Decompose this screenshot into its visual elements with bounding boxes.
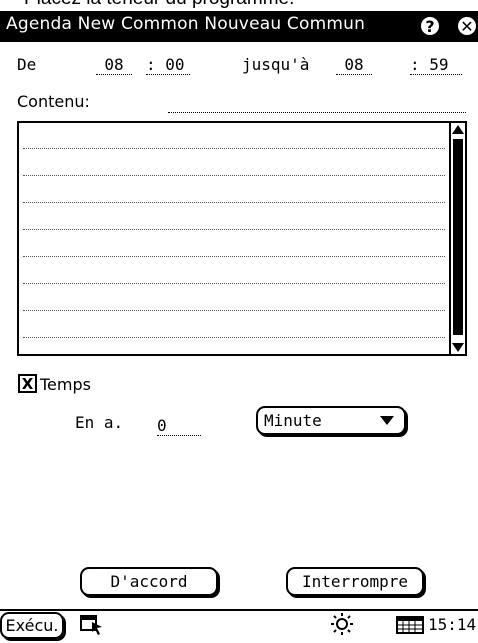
from-label: De [17,55,37,74]
hint-text: Placez la teneur du programme. [24,0,294,10]
unit-dropdown[interactable]: Minute [256,406,406,435]
taskbar-divider [0,609,478,611]
help-icon[interactable]: ? [419,15,441,37]
until-label: jusqu'à [242,55,310,74]
advance-value-field[interactable]: 0 [157,416,201,436]
scroll-thumb[interactable] [453,139,463,335]
keyboard-icon[interactable] [396,616,424,634]
from-minute-field[interactable]: : 00 [146,55,190,75]
time-checkbox-label: Temps [40,375,91,394]
brightness-icon[interactable] [330,611,354,635]
until-hour-field[interactable]: 08 [336,55,372,75]
content-textarea[interactable] [17,121,467,356]
ok-button[interactable]: D'accord [80,567,218,596]
scroll-up-icon[interactable] [452,125,464,134]
advance-label: En a. [75,413,124,432]
unit-dropdown-value: Minute [264,411,322,430]
content-label: Contenu: [17,92,90,111]
clock-display: 15:14 [428,615,477,634]
until-minute-field[interactable]: : 59 [410,55,462,75]
dropdown-arrow-icon [380,416,394,425]
from-hour-field[interactable]: 08 [96,55,132,75]
window-title: Agenda New Common Nouveau Commun [6,14,366,34]
textarea-scrollbar[interactable] [449,123,465,354]
content-field[interactable] [168,96,466,113]
close-icon[interactable]: ✕ [456,15,478,37]
scroll-down-icon[interactable] [452,343,464,352]
cancel-button[interactable]: Interrompre [286,567,424,596]
time-checkbox[interactable]: X [18,374,37,393]
menu-pointer-icon[interactable] [80,614,104,636]
execute-button[interactable]: Exécu. [0,612,64,639]
